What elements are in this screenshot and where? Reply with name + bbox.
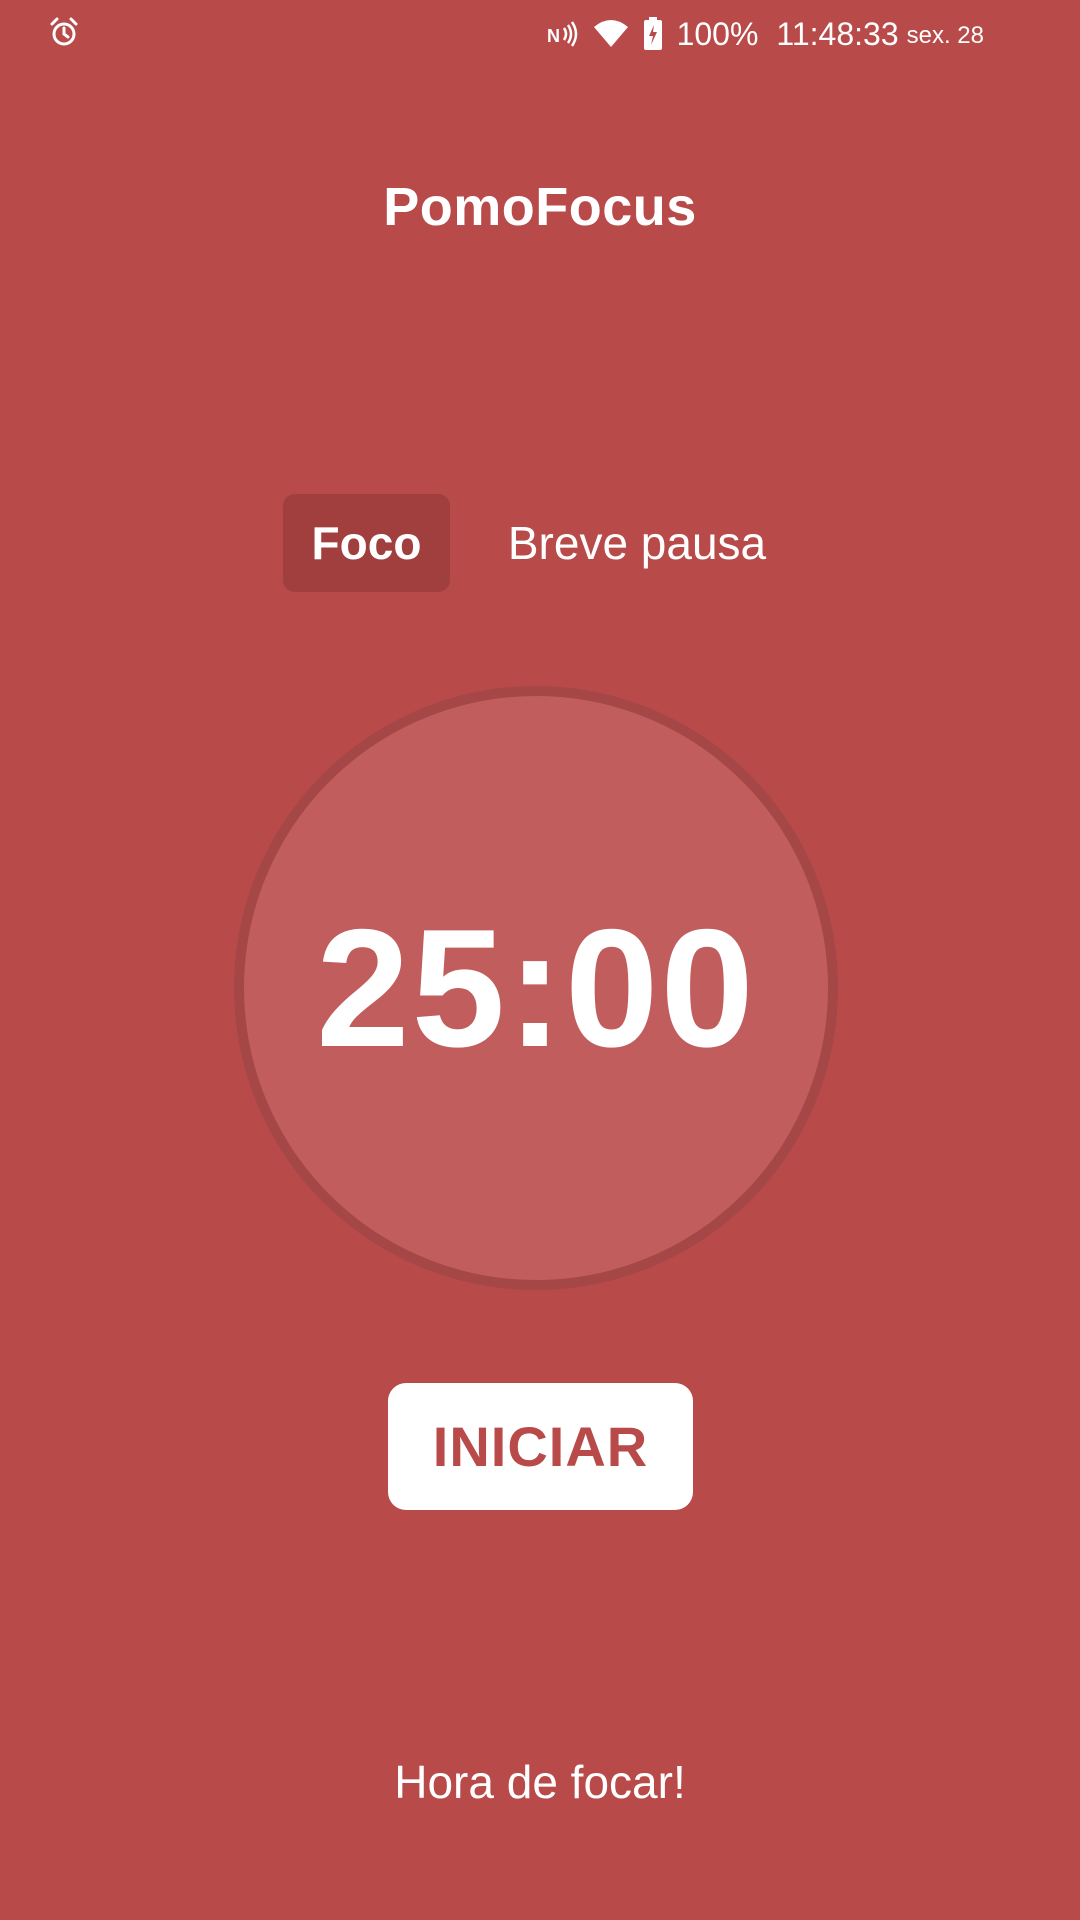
- timer-display: 25:00: [316, 894, 756, 1082]
- status-bar: N 100% 11:48:33 sex. 28: [0, 0, 1080, 70]
- svg-text:N: N: [547, 26, 560, 46]
- tab-focus[interactable]: Foco: [283, 494, 450, 592]
- tab-short-break[interactable]: Breve pausa: [492, 494, 782, 592]
- alarm-icon: [48, 16, 80, 48]
- nfc-icon: N: [547, 20, 579, 48]
- status-indicators: N 100% 11:48:33 sex. 28: [547, 12, 984, 56]
- start-button[interactable]: INICIAR: [388, 1383, 693, 1510]
- app-title: PomoFocus: [383, 177, 697, 237]
- wifi-icon: [593, 19, 629, 49]
- battery-percentage: 100%: [676, 16, 759, 52]
- timer-circle: 25:00: [234, 686, 838, 1290]
- battery-charging-icon: [643, 17, 663, 51]
- date: sex. 28: [906, 22, 984, 49]
- status-message: Hora de focar!: [394, 1756, 686, 1808]
- mode-tabs: Foco Breve pausa: [0, 494, 1080, 592]
- clock: 11:48:33: [776, 16, 899, 52]
